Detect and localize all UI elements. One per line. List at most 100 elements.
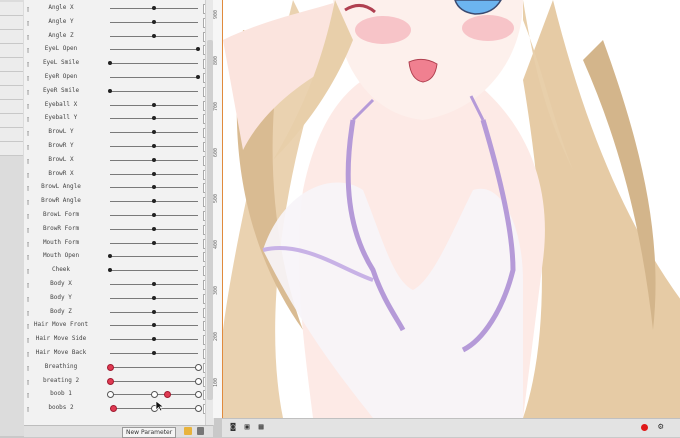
parameter-slider[interactable]	[110, 116, 198, 121]
parameter-slider[interactable]	[110, 226, 198, 231]
side-list-row[interactable]	[0, 100, 23, 114]
parameter-slider[interactable]	[107, 363, 202, 371]
gear-icon[interactable]: ⚙	[658, 422, 668, 432]
capture-icon[interactable]: ▣	[242, 422, 252, 432]
parameter-slider[interactable]	[107, 377, 202, 385]
slider-knob[interactable]	[152, 33, 156, 38]
parameter-slider[interactable]	[110, 6, 198, 10]
keyform-marker[interactable]	[195, 363, 202, 371]
parameter-row[interactable]: ▯EyeR Smile0.0	[24, 85, 223, 99]
parameter-slider[interactable]	[110, 171, 198, 176]
lock-icon[interactable]: ▯	[26, 309, 32, 317]
parameter-row[interactable]: ▯Body Z0.0	[24, 306, 223, 320]
side-list-row[interactable]	[0, 16, 23, 30]
parameter-row[interactable]: ▯EyeL Smile0.0	[24, 57, 223, 71]
lock-icon[interactable]: ▯	[26, 378, 32, 386]
parameter-row[interactable]: ▯Body Y0.0	[24, 292, 223, 306]
parameter-row[interactable]: ▯BrowL Form0.0	[24, 209, 223, 223]
lock-icon[interactable]: ▯	[26, 364, 32, 372]
parameter-row[interactable]: ▯Body X0.0	[24, 278, 223, 292]
keyform-marker[interactable]	[195, 405, 202, 413]
lock-icon[interactable]: ▯	[26, 46, 32, 54]
lock-icon[interactable]: ▯	[26, 74, 32, 82]
parameter-row[interactable]: ▯BrowR X0.0	[24, 168, 223, 182]
lock-icon[interactable]: ▯	[26, 295, 32, 303]
parameter-slider[interactable]	[110, 240, 198, 245]
parameter-row[interactable]: ▯BrowR Form0.0	[24, 223, 223, 237]
lock-icon[interactable]: ▯	[26, 157, 32, 165]
parameter-slider[interactable]	[110, 33, 198, 38]
lock-icon[interactable]: ▯	[26, 253, 32, 261]
slider-knob[interactable]	[152, 130, 156, 135]
parameter-slider[interactable]	[110, 157, 198, 162]
lock-icon[interactable]: ▯	[26, 267, 32, 275]
parameter-row[interactable]: ▯Eyeball X0.0	[24, 99, 223, 113]
parameter-row[interactable]: ▯Cheek0.0	[24, 264, 223, 278]
parameter-slider[interactable]	[110, 102, 198, 107]
lock-icon[interactable]: ▯	[26, 102, 32, 110]
slider-knob[interactable]	[108, 88, 112, 93]
parameter-slider[interactable]	[110, 337, 198, 342]
slider-knob[interactable]	[196, 47, 200, 52]
parameter-slider[interactable]	[107, 391, 202, 399]
lock-icon[interactable]: ▯	[26, 281, 32, 289]
lock-icon[interactable]: ▯	[26, 198, 32, 206]
parameter-row[interactable]: ▯BrowL X0.0	[24, 154, 223, 168]
parameter-row[interactable]: ▯boob 10.3	[24, 388, 223, 402]
slider-knob[interactable]	[152, 337, 156, 342]
lock-icon[interactable]: ▯	[26, 184, 32, 192]
parameter-slider[interactable]	[110, 75, 200, 79]
keyform-marker[interactable]	[195, 391, 202, 399]
lock-icon[interactable]: ▯	[26, 226, 32, 234]
new-parameter-button[interactable]: New Parameter	[122, 427, 177, 438]
parameter-row[interactable]: ▯boobs 2-0.9	[24, 402, 223, 416]
slider-knob[interactable]	[152, 323, 156, 328]
side-list-row[interactable]	[0, 72, 23, 86]
slider-knob[interactable]	[152, 199, 156, 204]
side-list-row[interactable]	[0, 86, 23, 100]
slider-knob[interactable]	[152, 309, 156, 314]
slider-knob[interactable]	[152, 157, 156, 162]
side-list-row[interactable]	[0, 128, 23, 142]
slider-knob[interactable]	[152, 213, 156, 217]
lock-icon[interactable]: ▯	[26, 115, 32, 123]
slider-knob[interactable]	[152, 171, 156, 176]
lock-icon[interactable]: ▯	[26, 88, 32, 96]
parameter-row[interactable]: ▯Hair Move Front0.0	[24, 319, 223, 333]
parameter-slider[interactable]	[110, 309, 198, 314]
parameter-row[interactable]: ▯Angle Y0.0	[24, 16, 223, 30]
lock-icon[interactable]: ▯	[26, 33, 32, 41]
side-list-row[interactable]	[0, 2, 23, 16]
parameter-row[interactable]: ▯Mouth Form0.0	[24, 237, 223, 251]
slider-knob[interactable]	[108, 268, 112, 273]
parameter-row[interactable]: ▯EyeL Open1.0	[24, 43, 223, 57]
slider-knob[interactable]	[152, 295, 156, 300]
parameter-slider[interactable]	[110, 19, 198, 24]
parameter-row[interactable]: ▯Hair Move Side0.0	[24, 333, 223, 347]
parameter-row[interactable]: ▯Eyeball Y0.0	[24, 112, 223, 126]
parameter-slider[interactable]	[110, 185, 198, 190]
parameter-slider[interactable]	[110, 282, 198, 286]
side-list-row[interactable]	[0, 142, 23, 156]
slider-knob[interactable]	[152, 116, 156, 121]
slider-knob[interactable]	[152, 226, 156, 231]
slider-knob[interactable]	[152, 6, 156, 10]
lock-icon[interactable]: ▯	[26, 19, 32, 27]
side-list-row[interactable]	[0, 114, 23, 128]
parameter-slider[interactable]	[110, 130, 198, 135]
lock-icon[interactable]: ▯	[26, 171, 32, 179]
parameter-row[interactable]: ▯BrowL Angle0.0	[24, 181, 223, 195]
keyform-marker[interactable]	[151, 391, 158, 399]
slider-knob[interactable]	[152, 240, 156, 245]
parameter-row[interactable]: ▯Breathing0.0	[24, 361, 223, 375]
slider-knob[interactable]	[152, 144, 156, 148]
lock-icon[interactable]: ▯	[26, 5, 32, 13]
slider-knob[interactable]	[108, 61, 112, 66]
lock-icon[interactable]: ▯	[26, 391, 32, 399]
lock-icon[interactable]: ▯	[26, 60, 32, 68]
slider-knob[interactable]	[152, 185, 156, 190]
folder-icon[interactable]	[184, 427, 192, 435]
camera-icon[interactable]: ◙	[228, 422, 238, 432]
lock-icon[interactable]: ▯	[26, 322, 32, 330]
parameter-slider[interactable]	[109, 405, 202, 413]
